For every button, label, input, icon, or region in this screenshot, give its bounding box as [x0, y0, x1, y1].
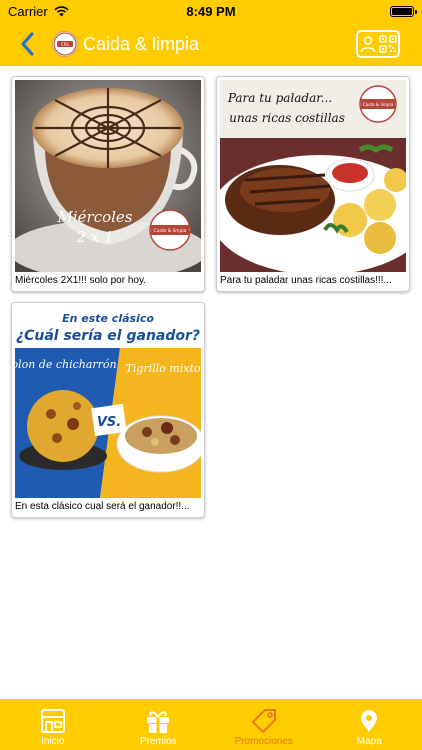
app-screen: Carrier 8:49 PM C&L Caida & limpia Miérc…: [0, 0, 422, 750]
tab-inicio[interactable]: Inicio: [0, 699, 106, 750]
status-bar: Carrier 8:49 PM: [0, 0, 422, 22]
versus-image: En este clásico ¿Cuál sería el ganador? …: [15, 306, 201, 498]
image-badge-text: Caida & limpia: [154, 228, 187, 234]
promotion-caption: Para tu paladar unas ricas costillas!!!.…: [220, 275, 392, 286]
store-icon: [40, 709, 65, 733]
tab-promociones[interactable]: Promociones: [211, 699, 317, 750]
status-left: Carrier: [8, 4, 69, 19]
promotions-grid: Miércoles 2 x 1 Caida & limpia Miércoles…: [0, 66, 422, 699]
tab-label: Premios: [139, 736, 177, 747]
image-left-label: Bolon de chicharrón: [15, 358, 117, 371]
image-text-line2: ¿Cuál sería el ganador?: [16, 328, 200, 344]
promotion-caption: En esta clásico cual será el ganador!!..…: [15, 501, 190, 512]
image-text-line2: unas ricas costillas: [229, 111, 345, 125]
tag-icon: [251, 709, 276, 733]
back-button[interactable]: [6, 22, 48, 66]
carrier-label: Carrier: [8, 3, 48, 19]
ribs-image: Para tu paladar... unas ricas costillas …: [220, 80, 406, 272]
user-icon: [360, 36, 375, 53]
nav-bar: C&L Caida & limpia: [0, 22, 422, 66]
promotion-caption: Miércoles 2X1!!! solo por hoy.: [15, 275, 146, 286]
tab-label: Inicio: [41, 736, 65, 747]
promotion-image: Para tu paladar... unas ricas costillas …: [220, 80, 406, 272]
promotion-card[interactable]: Miércoles 2 x 1 Caida & limpia Miércoles…: [11, 76, 205, 292]
image-text-line2: 2 x 1: [75, 228, 113, 246]
qr-code-icon: [378, 35, 397, 53]
image-text-line1: Para tu paladar...: [227, 91, 332, 105]
restaurant-logo: C&L: [52, 31, 78, 57]
image-vs-label: VS.: [97, 415, 121, 430]
image-badge-text: Caida & limpia: [363, 102, 394, 107]
map-pin-icon: [361, 710, 378, 732]
battery-icon: [390, 5, 417, 17]
coffee-cup-image: Miércoles 2 x 1 Caida & limpia: [15, 80, 201, 272]
image-text-line1: En este clásico: [62, 312, 154, 325]
tab-mapa[interactable]: Mapa: [317, 699, 422, 750]
tab-label: Promociones: [234, 736, 293, 747]
page-title: Caida & limpia: [83, 33, 200, 54]
tab-premios[interactable]: Premios: [106, 699, 212, 750]
chevron-left-icon: [21, 32, 34, 56]
promotion-card[interactable]: Para tu paladar... unas ricas costillas …: [216, 76, 410, 292]
image-text-line1: Miércoles: [56, 208, 132, 226]
tab-label: Mapa: [356, 736, 382, 747]
image-right-label: Tigrillo mixto: [125, 362, 200, 375]
promotion-image: Miércoles 2 x 1 Caida & limpia: [15, 80, 201, 272]
tab-bar: Inicio Premios Promociones Mapa: [0, 699, 422, 750]
wifi-icon: [54, 5, 69, 16]
promotion-card[interactable]: En este clásico ¿Cuál sería el ganador? …: [11, 302, 205, 518]
svg-text:C&L: C&L: [61, 42, 70, 47]
logo-icon: C&L: [53, 32, 77, 56]
promotion-image: En este clásico ¿Cuál sería el ganador? …: [15, 306, 201, 498]
gift-icon: [147, 711, 170, 733]
qr-profile-button[interactable]: [356, 30, 400, 58]
